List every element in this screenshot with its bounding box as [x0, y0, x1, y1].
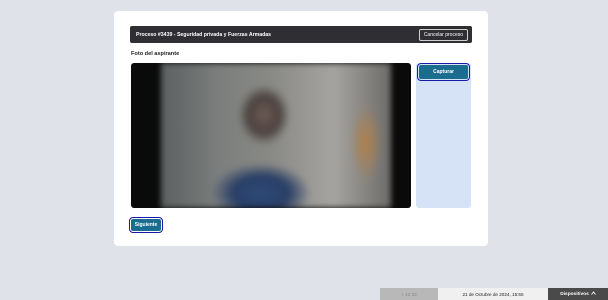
photo-section-label: Foto del aspirante: [131, 51, 180, 57]
current-datetime: 21 de Octubre de 2024, 15:55: [438, 288, 548, 300]
camera-preview: [131, 63, 411, 208]
devices-label: Dispositivos: [560, 291, 589, 297]
capture-button[interactable]: Capturar: [416, 62, 471, 82]
capture-panel: Capturar: [416, 62, 471, 208]
camera-feed: [161, 63, 391, 208]
session-timer: + 12:33: [380, 288, 438, 300]
next-button[interactable]: Siguiente: [128, 216, 164, 234]
cancel-process-button[interactable]: Cancelar proceso: [418, 28, 468, 41]
process-header: Proceso #3439 - Seguridad privada y Fuer…: [130, 26, 472, 43]
chevron-up-icon: [590, 291, 596, 297]
process-title: Proceso #3439 - Seguridad privada y Fuer…: [136, 31, 272, 38]
status-bar: + 12:33 21 de Octubre de 2024, 15:55 Dis…: [0, 288, 608, 300]
process-card: Proceso #3439 - Seguridad privada y Fuer…: [114, 11, 488, 246]
devices-button[interactable]: Dispositivos: [548, 288, 608, 300]
